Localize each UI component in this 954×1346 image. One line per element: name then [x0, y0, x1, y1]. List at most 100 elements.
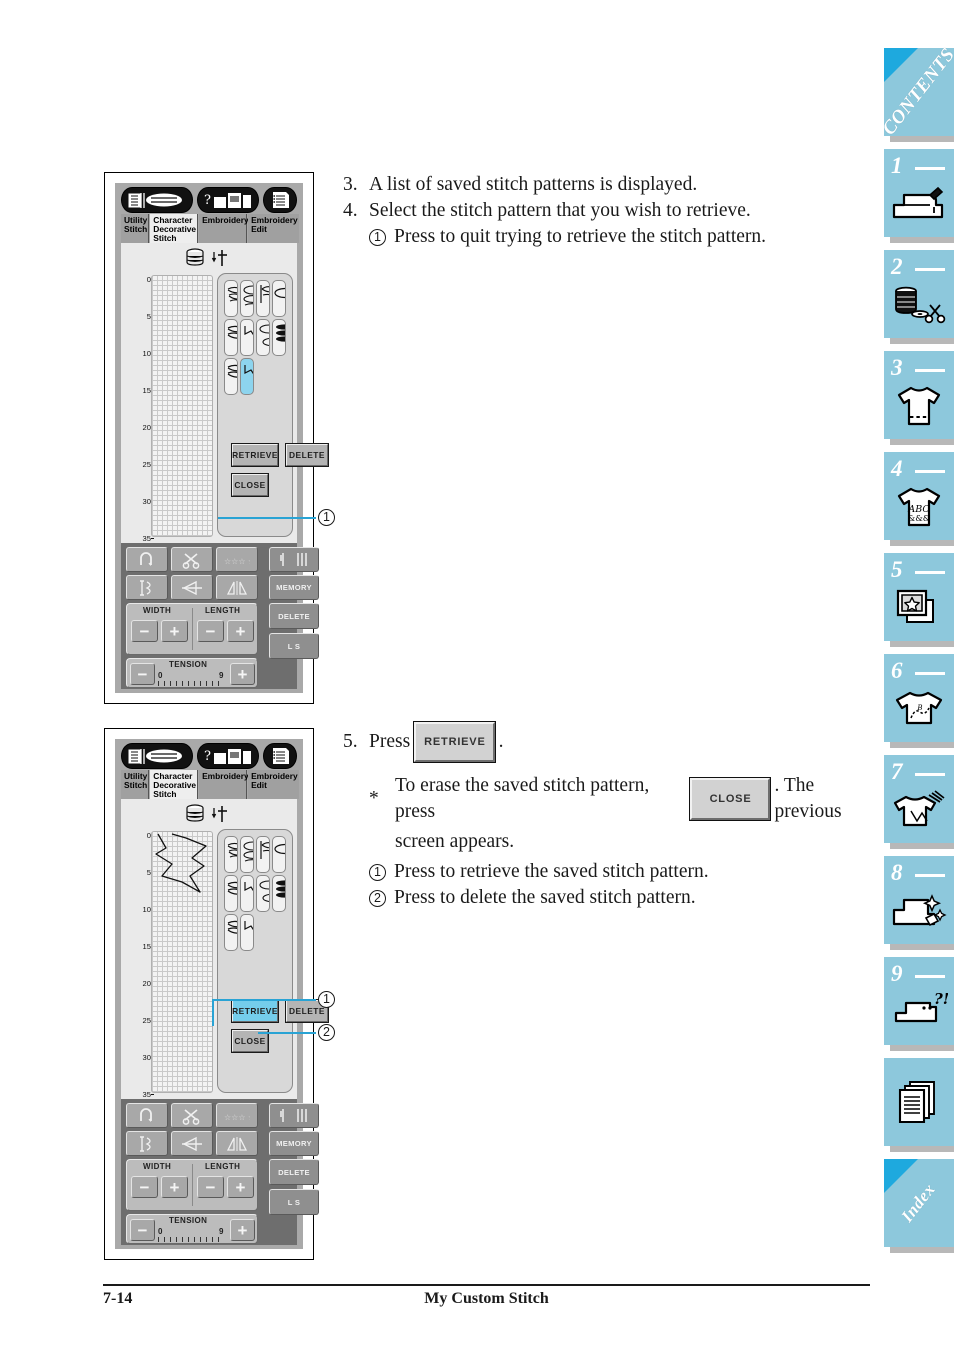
stitch-length-button[interactable]	[126, 1131, 168, 1156]
pattern-cell[interactable]	[240, 875, 254, 912]
pattern-cell[interactable]	[272, 836, 286, 873]
tension-minus-button[interactable]: −	[130, 1219, 155, 1241]
length-plus-button[interactable]: +	[227, 1176, 254, 1198]
thread-cutter-button[interactable]	[171, 1103, 213, 1128]
sidebar-tab-5[interactable]: 5	[884, 553, 954, 641]
retrieve-button[interactable]: RETRIEVE	[231, 999, 279, 1023]
pattern-cell[interactable]	[256, 319, 270, 356]
length-minus-button[interactable]: −	[197, 1176, 224, 1198]
pattern-cell[interactable]	[224, 836, 238, 873]
pattern-cell-selected[interactable]	[240, 358, 254, 395]
sidebar-tab-pages[interactable]	[884, 1058, 954, 1146]
pattern-cell[interactable]	[272, 319, 286, 356]
sidebar-tab-4[interactable]: 4 ABC &&&	[884, 452, 954, 540]
pattern-cell[interactable]	[224, 875, 238, 912]
pattern-cell[interactable]	[224, 914, 238, 951]
sidebar-tab-2[interactable]: 2	[884, 250, 954, 338]
pattern-cell[interactable]	[240, 914, 254, 951]
needle-position-button[interactable]	[269, 547, 319, 572]
stitch-preview-canvas-2[interactable]	[151, 831, 213, 1093]
pattern-cell[interactable]	[224, 319, 238, 356]
pattern-cell[interactable]	[224, 280, 238, 317]
machine-tab-character-decorative-stitch[interactable]: Character Decorative Stitch	[150, 214, 199, 243]
tension-plus-button[interactable]: +	[230, 1219, 255, 1241]
machine-tab-embroidery[interactable]: Embroidery	[199, 214, 249, 243]
pattern-cell[interactable]	[256, 875, 270, 912]
settings-list-icon-button[interactable]	[263, 743, 297, 769]
auto-thread-button[interactable]: ☆☆☆ ☆	[216, 547, 258, 572]
settings-list-icon-button[interactable]	[263, 187, 297, 213]
machine-tab-utility-stitch[interactable]: Utility Stitch	[121, 214, 150, 243]
tension-plus-button[interactable]: +	[230, 663, 255, 685]
pattern-cell[interactable]	[240, 319, 254, 356]
help-machine-icon-button[interactable]: ?	[197, 187, 259, 213]
pattern-cell[interactable]	[224, 358, 238, 395]
sidebar-tab-9[interactable]: 9 ?!	[884, 957, 954, 1045]
machine-control-panel-1: ☆☆☆ ☆ MEMORY WIDTH	[121, 543, 319, 689]
sidebar-tab-1[interactable]: 1	[884, 149, 954, 237]
needle-threader-icon-button[interactable]	[121, 187, 193, 213]
width-minus-button[interactable]: −	[131, 1176, 158, 1198]
machine-tab-embroidery-edit[interactable]: Embroidery Edit	[248, 770, 299, 799]
panel-delete-button[interactable]: DELETE	[269, 603, 319, 629]
sidebar-tab-index[interactable]: Index	[884, 1159, 954, 1247]
needle-threader-icon-button[interactable]	[121, 743, 193, 769]
memory-button[interactable]: MEMORY	[269, 1131, 319, 1156]
memory-button[interactable]: MEMORY	[269, 575, 319, 600]
ls-button[interactable]: L S	[269, 1189, 319, 1215]
machine-tab-character-decorative-stitch[interactable]: Character Decorative Stitch	[150, 770, 199, 799]
reverse-stitch-button[interactable]	[126, 547, 168, 572]
minus-sign: −	[137, 664, 148, 684]
panel-delete-button[interactable]: DELETE	[269, 1159, 319, 1185]
retrieve-button[interactable]: RETRIEVE	[231, 443, 279, 467]
callout-marker-1: 1	[369, 864, 386, 881]
stitch-preview-canvas-1[interactable]	[151, 275, 213, 537]
mirror-button[interactable]	[171, 575, 213, 600]
stitch-length-button[interactable]	[126, 575, 168, 600]
ls-button[interactable]: L S	[269, 633, 319, 659]
needle-position-button[interactable]	[269, 1103, 319, 1128]
lcd-screen-1: ? Utility Stitch Character Decorative St…	[115, 183, 329, 693]
close-button[interactable]: CLOSE	[231, 473, 269, 497]
delete-button[interactable]: DELETE	[285, 443, 329, 467]
machine-tab-utility-stitch[interactable]: Utility Stitch	[121, 770, 150, 799]
pattern-cell-empty	[272, 358, 286, 395]
pattern-cell[interactable]	[256, 280, 270, 317]
inline-close-button[interactable]: CLOSE	[688, 777, 772, 821]
pattern-cell[interactable]	[272, 280, 286, 317]
stitch-direction-button[interactable]	[216, 1131, 258, 1156]
pattern-cell[interactable]	[240, 280, 254, 317]
pattern-cell[interactable]	[256, 836, 270, 873]
sidebar-tab-contents-label-wrap: CONTENTS	[878, 44, 954, 139]
pattern-cell[interactable]	[272, 875, 286, 912]
sidebar-tab-3[interactable]: 3	[884, 351, 954, 439]
machine-sparkle-icon	[884, 878, 954, 942]
mirror-button[interactable]	[171, 1131, 213, 1156]
reverse-stitch-button[interactable]	[126, 1103, 168, 1128]
width-label: WIDTH	[143, 606, 172, 615]
ruler-tick: 15	[142, 386, 151, 395]
auto-thread-button[interactable]: ☆☆☆ ☆	[216, 1103, 258, 1128]
step-5-star-text-before: To erase the saved stitch pattern, press	[395, 775, 650, 822]
stitch-direction-button[interactable]	[216, 575, 258, 600]
plus-sign: +	[235, 1177, 246, 1197]
width-minus-button[interactable]: −	[131, 620, 158, 642]
sidebar-tab-7[interactable]: 7	[884, 755, 954, 843]
footer-divider	[103, 1284, 870, 1286]
length-plus-button[interactable]: +	[227, 620, 254, 642]
sidebar-tab-contents[interactable]: CONTENTS	[878, 44, 954, 139]
inline-retrieve-button[interactable]: RETRIEVE	[413, 721, 496, 763]
length-minus-button[interactable]: −	[197, 620, 224, 642]
width-plus-button[interactable]: +	[161, 1176, 188, 1198]
sidebar-tab-8[interactable]: 8	[884, 856, 954, 944]
width-label: WIDTH	[143, 1162, 172, 1171]
instruction-step-4-note-1: 1 Press to quit trying to retrieve the s…	[369, 224, 873, 250]
tension-minus-button[interactable]: −	[130, 663, 155, 685]
sidebar-tab-6[interactable]: 6 B	[884, 654, 954, 742]
thread-cutter-button[interactable]	[171, 547, 213, 572]
machine-tab-embroidery[interactable]: Embroidery	[199, 770, 249, 799]
pattern-cell[interactable]	[240, 836, 254, 873]
help-machine-icon-button[interactable]: ?	[197, 743, 259, 769]
machine-tab-embroidery-edit[interactable]: Embroidery Edit	[248, 214, 299, 243]
width-plus-button[interactable]: +	[161, 620, 188, 642]
